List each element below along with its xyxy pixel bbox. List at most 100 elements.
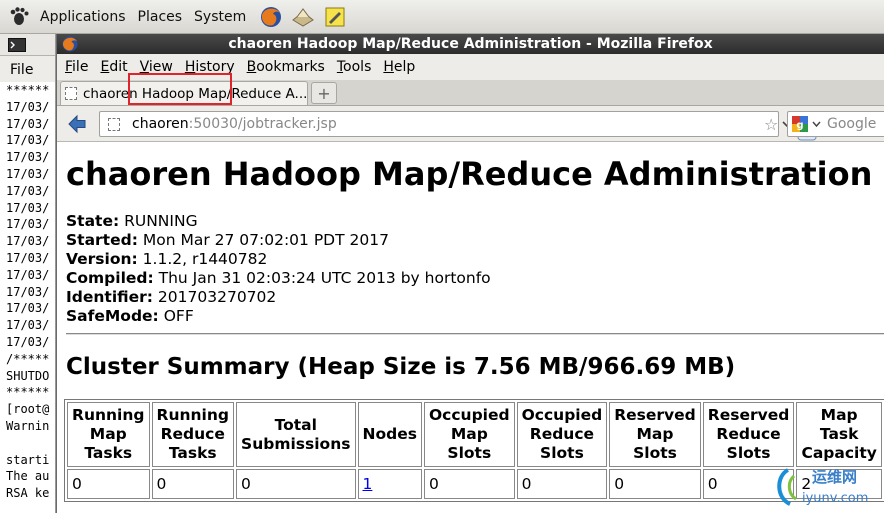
info-label: Started: (66, 231, 138, 249)
terminal-line: 17/03/ (6, 267, 50, 282)
column-header: Occupied Map Slots (424, 402, 515, 467)
search-input[interactable]: g Google (787, 111, 884, 137)
new-tab-button[interactable]: + (311, 82, 337, 104)
terminal-line: [root@ (6, 402, 50, 417)
firefox-window: chaoren Hadoop Map/Reduce Administration… (56, 34, 884, 513)
terminal-file-menu[interactable]: File (10, 62, 33, 78)
menu-bookmarks[interactable]: Bookmarks (241, 59, 331, 75)
places-menu[interactable]: Places (132, 0, 189, 34)
info-value: Mon Mar 27 07:02:01 PDT 2017 (142, 231, 389, 249)
table-cell: 0 (67, 469, 150, 499)
terminal-menubar: File (0, 56, 55, 82)
gnome-top-panel: Applications Places System (0, 0, 884, 34)
navigation-toolbar: chaoren:50030/jobtracker.jsp ☆ g Google (57, 106, 884, 142)
column-header: Running Reduce Tasks (151, 402, 234, 467)
search-engine-dropdown-icon[interactable] (812, 119, 821, 129)
terminal-line: 17/03/ (6, 284, 50, 299)
column-header: Total Submissions (236, 402, 356, 467)
info-safemode: SafeMode: OFF (66, 307, 884, 326)
column-header: Map Task Capacity (796, 402, 882, 467)
yunv-watermark-logo: 运维网 iyunv.com (777, 468, 868, 506)
menu-tools[interactable]: Tools (331, 59, 378, 75)
terminal-line: 17/03/ (6, 318, 50, 333)
table-cell-nodes: 1 (357, 469, 422, 499)
column-header: Nodes (357, 402, 422, 467)
terminal-line: 17/03/ (6, 166, 50, 181)
table-cell: 0 (236, 469, 356, 499)
info-label: SafeMode: (66, 307, 159, 325)
terminal-titlebar (0, 34, 55, 56)
info-value: 1.1.2, r1440782 (142, 250, 268, 268)
terminal-line: 17/03/ (6, 150, 50, 165)
info-value: Thu Jan 31 02:03:24 UTC 2013 by hortonfo (158, 269, 491, 287)
watermark-text-cn: 运维网 (812, 468, 857, 486)
back-arrow-icon (68, 114, 86, 133)
terminal-line: starti (6, 452, 50, 467)
info-version: Version: 1.1.2, r1440782 (66, 250, 884, 269)
nodes-link[interactable]: 1 (363, 475, 373, 493)
back-button[interactable] (63, 110, 91, 138)
column-header: Running Map Tasks (67, 402, 150, 467)
notes-launcher-icon[interactable] (322, 4, 348, 30)
applications-menu[interactable]: Applications (34, 0, 132, 34)
firefox-titlebar: chaoren Hadoop Map/Reduce Administration… (57, 34, 884, 54)
bookmark-star-icon[interactable]: ☆ (764, 115, 778, 134)
firefox-icon (62, 36, 78, 52)
firefox-launcher-icon[interactable] (258, 4, 284, 30)
terminal-line: 17/03/ (6, 133, 50, 148)
terminal-line: The au (6, 469, 50, 484)
terminal-line: 17/03/ (6, 334, 50, 349)
menu-help[interactable]: Help (377, 59, 421, 75)
gnome-foot-icon[interactable] (8, 6, 30, 28)
url-highlight-box (128, 73, 232, 105)
horizontal-rule (66, 333, 884, 335)
table-cell: 0 (151, 469, 234, 499)
background-terminal-window[interactable]: File ****** 17/03/17/03/17/03/17/03/17/03… (0, 34, 56, 513)
table-row: 0 0 0 1 0 0 0 0 2 (67, 469, 882, 499)
terminal-line: 17/03/ (6, 301, 50, 316)
terminal-line: SHUTDO (6, 368, 50, 383)
blank-page-icon (65, 87, 77, 100)
url-bar[interactable]: chaoren:50030/jobtracker.jsp ☆ (99, 111, 817, 141)
terminal-line: 17/03/ (6, 183, 50, 198)
info-value: RUNNING (124, 212, 198, 230)
table-cell: 0 (424, 469, 515, 499)
info-value: OFF (163, 307, 194, 325)
page-content: chaoren Hadoop Map/Reduce Administration… (57, 143, 884, 513)
site-identity-icon[interactable] (108, 117, 120, 131)
terminal-line: 17/03/ (6, 217, 50, 232)
info-compiled: Compiled: Thu Jan 31 02:03:24 UTC 2013 b… (66, 269, 884, 288)
column-header: Reserved Reduce Slots (702, 402, 795, 467)
watermark-text-url: iyunv.com (802, 491, 868, 506)
menu-file[interactable]: File (59, 59, 94, 75)
terminal-line: 17/03/ (6, 116, 50, 131)
url-path: :50030/jobtracker.jsp (188, 116, 337, 132)
cluster-summary-table: Running Map Tasks Running Reduce Tasks T… (64, 399, 884, 502)
column-header: Occupied Reduce Slots (516, 402, 608, 467)
system-menu[interactable]: System (188, 0, 252, 34)
info-value: 201703270702 (157, 288, 277, 306)
terminal-output: ****** 17/03/17/03/17/03/17/03/17/03/17/0… (0, 82, 55, 502)
info-identifier: Identifier: 201703270702 (66, 288, 884, 307)
window-title: chaoren Hadoop Map/Reduce Administration… (228, 36, 713, 52)
terminal-line: 17/03/ (6, 99, 50, 114)
terminal-line: Warnin (6, 418, 50, 433)
terminal-line: ****** (6, 83, 50, 97)
info-label: Identifier: (66, 288, 153, 306)
info-label: Version: (66, 250, 138, 268)
table-header-row: Running Map Tasks Running Reduce Tasks T… (67, 402, 882, 467)
terminal-line: 17/03/ (6, 200, 50, 215)
info-label: State: (66, 212, 120, 230)
cluster-summary-heading: Cluster Summary (Heap Size is 7.56 MB/96… (66, 354, 736, 380)
mail-launcher-icon[interactable] (290, 4, 316, 30)
terminal-icon (8, 37, 26, 52)
terminal-line: /***** (6, 351, 50, 366)
column-header: Reserved Map Slots (609, 402, 701, 467)
terminal-line: 17/03/ (6, 234, 50, 249)
google-icon[interactable]: g (791, 115, 809, 133)
table-cell: 0 (609, 469, 701, 499)
terminal-line: ****** (6, 385, 50, 400)
url-host: chaoren (132, 116, 189, 132)
info-state: State: RUNNING (66, 212, 884, 231)
